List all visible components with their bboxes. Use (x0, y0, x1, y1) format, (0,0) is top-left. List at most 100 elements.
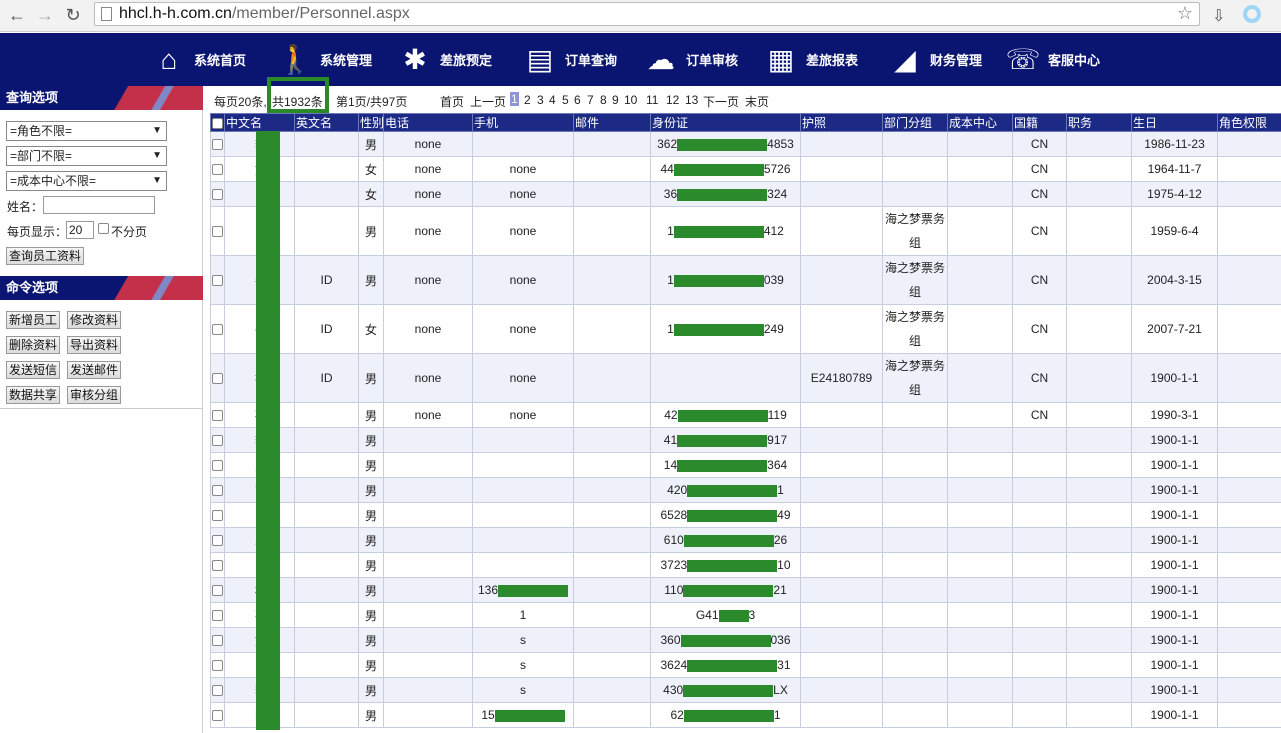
row-checkbox[interactable] (210, 677, 225, 703)
cost-center-select[interactable]: =成本中心不限= ▼ (6, 171, 167, 191)
table-row[interactable]: 刘男s3600361900-1-1 (210, 627, 1281, 653)
prev-page-link[interactable]: 上一页 (470, 93, 506, 110)
page-number-link[interactable]: 3 (537, 93, 544, 107)
table-row[interactable]: 孔男nonenone42119CN1990-3-1 (210, 402, 1281, 428)
row-checkbox[interactable] (210, 427, 225, 453)
row-checkbox[interactable] (210, 353, 225, 403)
column-header[interactable]: 英文名 (294, 113, 359, 132)
column-header[interactable]: 身份证 (650, 113, 801, 132)
forward-arrow-icon[interactable]: → (34, 4, 56, 26)
page-number-link[interactable]: 7 (587, 93, 594, 107)
table-row[interactable]: 陈男156211900-1-1 (210, 702, 1281, 728)
page-number-link[interactable]: 6 (574, 93, 581, 107)
page-number-link[interactable]: 11 (646, 93, 658, 107)
table-row[interactable]: 杨男136110211900-1-1 (210, 577, 1281, 603)
no-paging-checkbox[interactable] (98, 223, 109, 234)
column-header[interactable]: 成本中心 (947, 113, 1013, 132)
table-row[interactable]: 祝振ID男nonenoneE24180789海之梦票务组CN1900-1-1 (210, 353, 1281, 403)
data-share-button[interactable]: 数据共享 (6, 386, 61, 404)
nav-item-7[interactable]: ☏ 客服中心 (1006, 33, 1101, 86)
table-row[interactable]: 翠男610261900-1-1 (210, 527, 1281, 553)
address-bar[interactable]: hhcl.h-h.com.cn/member/Personnel.aspx ☆ (94, 2, 1200, 26)
page-number-link[interactable]: 4 (549, 93, 556, 107)
column-header[interactable]: 生日 (1131, 113, 1218, 132)
table-row[interactable]: I女nonenone36324CN1975-4-12 (210, 181, 1281, 207)
page-number-link[interactable]: 5 (562, 93, 569, 107)
page-number-link[interactable]: 12 (666, 93, 679, 107)
row-checkbox[interactable] (210, 452, 225, 478)
row-checkbox[interactable] (210, 477, 225, 503)
table-row[interactable]: 牛埔ID男nonenone1039海之梦票务组CN2004-3-15 (210, 255, 1281, 305)
row-checkbox[interactable] (210, 602, 225, 628)
next-page-link[interactable]: 下一页 (703, 93, 739, 110)
last-page-link[interactable]: 末页 (745, 93, 769, 110)
row-checkbox[interactable] (210, 577, 225, 603)
bookmark-star-icon[interactable]: ☆ (1177, 3, 1193, 24)
table-row[interactable]: 卢男143641900-1-1 (210, 452, 1281, 478)
column-header[interactable]: 中文名 (224, 113, 295, 132)
row-checkbox[interactable] (210, 304, 225, 354)
table-row[interactable]: 孙男1G4131900-1-1 (210, 602, 1281, 628)
back-arrow-icon[interactable]: ← (6, 4, 28, 26)
column-header[interactable]: 部门分组 (882, 113, 948, 132)
query-employee-button[interactable]: 查询员工资料 (6, 247, 85, 265)
page-number-link[interactable]: 8 (600, 93, 607, 107)
row-checkbox[interactable] (210, 652, 225, 678)
page-size-input[interactable]: 20 (66, 221, 94, 239)
row-checkbox[interactable] (210, 402, 225, 428)
column-header[interactable]: 电话 (383, 113, 473, 132)
nav-item-6[interactable]: ◢ 财务管理 (888, 33, 982, 86)
select-all-checkbox[interactable] (210, 113, 225, 132)
column-header[interactable]: 性别 (358, 113, 384, 132)
row-checkbox[interactable] (210, 181, 225, 207)
nav-item-2[interactable]: ✱ 差旅预定 (398, 33, 492, 86)
page-number-link[interactable]: 2 (524, 93, 531, 107)
column-header[interactable]: 邮件 (573, 113, 651, 132)
extension-icon[interactable]: ⇩ (1212, 6, 1225, 26)
row-checkbox[interactable] (210, 627, 225, 653)
reload-icon[interactable]: ↻ (62, 4, 84, 26)
row-checkbox[interactable] (210, 131, 225, 157)
table-row[interactable]: 李男none3624853CN1986-11-23 (210, 131, 1281, 157)
department-select[interactable]: =部门不限= ▼ (6, 146, 167, 166)
row-checkbox[interactable] (210, 552, 225, 578)
table-row[interactable]: 丁男42011900-1-1 (210, 477, 1281, 503)
extension-circle-icon[interactable] (1243, 5, 1261, 23)
column-header[interactable]: 职务 (1066, 113, 1132, 132)
page-number-link[interactable]: 13 (685, 93, 698, 107)
add-employee-button[interactable]: 新增员工 (6, 311, 61, 329)
export-profile-button[interactable]: 导出资料 (67, 336, 122, 354)
send-email-button[interactable]: 发送邮件 (67, 361, 122, 379)
delete-profile-button[interactable]: 删除资料 (6, 336, 61, 354)
row-checkbox[interactable] (210, 527, 225, 553)
nav-item-0[interactable]: ⌂ 系统首页 (152, 33, 246, 86)
edit-profile-button[interactable]: 修改资料 (67, 311, 122, 329)
column-header[interactable]: 手机 (472, 113, 574, 132)
row-checkbox[interactable] (210, 502, 225, 528)
row-checkbox[interactable] (210, 156, 225, 182)
role-select[interactable]: =角色不限= ▼ (6, 121, 167, 141)
table-row[interactable]: 李男s430LX1900-1-1 (210, 677, 1281, 703)
nav-item-3[interactable]: ▤ 订单查询 (523, 33, 617, 86)
row-checkbox[interactable] (210, 702, 225, 728)
table-row[interactable]: 刘女nonenone445726CN1964-11-7 (210, 156, 1281, 182)
table-row[interactable]: 男 6528 49 1900-1-1 (210, 502, 1281, 528)
table-row[interactable]: 男 none none 1 412 海之梦票务组 CN 1959-6-4 (210, 206, 1281, 256)
table-row[interactable]: 男 s 3624 31 1900-1-1 (210, 652, 1281, 678)
nav-item-5[interactable]: ▦ 差旅报表 (764, 33, 858, 86)
page-number-link[interactable]: 1 (510, 92, 519, 106)
nav-item-4[interactable]: ☁ 订单审核 (644, 33, 738, 86)
first-page-link[interactable]: 首页 (440, 93, 464, 110)
table-row[interactable]: 李男419171900-1-1 (210, 427, 1281, 453)
column-header[interactable]: 角色权限 (1217, 113, 1281, 132)
page-number-link[interactable]: 10 (624, 93, 637, 107)
name-input[interactable] (43, 196, 155, 214)
table-row[interactable]: 牛埔ID女nonenone1249海之梦票务组CN2007-7-21 (210, 304, 1281, 354)
row-checkbox[interactable] (210, 206, 225, 256)
page-number-link[interactable]: 9 (612, 93, 619, 107)
column-header[interactable]: 护照 (800, 113, 883, 132)
row-checkbox[interactable] (210, 255, 225, 305)
send-sms-button[interactable]: 发送短信 (6, 361, 61, 379)
audit-group-button[interactable]: 审核分组 (67, 386, 122, 404)
table-row[interactable]: 韦男3723101900-1-1 (210, 552, 1281, 578)
